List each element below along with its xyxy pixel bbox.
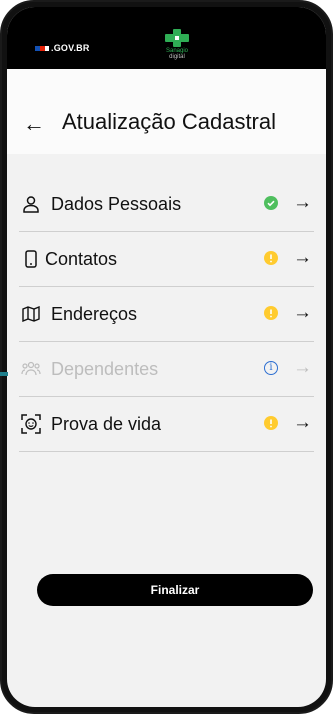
menu-item-label: Endereços	[51, 303, 138, 324]
page-header: ← Atualização Cadastral	[7, 69, 326, 154]
page-title: Atualização Cadastral	[62, 109, 277, 134]
arrow-left-icon: ←	[23, 111, 45, 136]
arrow-right-icon: →	[293, 302, 312, 323]
arrow-right-icon: →	[293, 247, 312, 268]
health-cross-icon	[165, 29, 189, 47]
pointer-marker	[0, 372, 8, 376]
status-bar: .GOV.BR Sanagio digital	[7, 7, 326, 69]
app-logo: Sanagio digital	[155, 29, 199, 65]
finish-button[interactable]: Finalizar	[37, 574, 313, 606]
arrow-right-icon: →	[293, 192, 312, 213]
arrow-right-icon: →	[293, 412, 312, 433]
menu-item-dependentes[interactable]: Dependentes i →	[19, 342, 314, 397]
logo-line2: digital	[169, 54, 185, 60]
menu-list: Dados Pessoais → Contatos → Endereços → …	[7, 177, 326, 452]
info-icon: i	[264, 361, 278, 375]
menu-item-label: Dependentes	[51, 358, 159, 379]
person-icon	[21, 194, 41, 214]
flag-icon	[35, 45, 49, 51]
back-button[interactable]: ←	[23, 113, 45, 135]
status-ok-icon	[264, 196, 278, 210]
menu-item-label: Prova de vida	[51, 413, 162, 434]
menu-item-contatos[interactable]: Contatos →	[19, 232, 314, 287]
map-icon	[21, 304, 41, 324]
status-warning-icon	[264, 251, 278, 265]
arrow-right-icon: →	[293, 357, 312, 378]
menu-item-dados-pessoais[interactable]: Dados Pessoais →	[19, 177, 314, 232]
group-icon	[21, 359, 41, 379]
face-scan-icon	[21, 414, 41, 434]
govbr-brand: .GOV.BR	[51, 43, 90, 53]
status-warning-icon	[264, 306, 278, 320]
menu-item-label: Contatos	[45, 248, 118, 269]
menu-item-label: Dados Pessoais	[51, 193, 182, 214]
status-warning-icon	[264, 416, 278, 430]
phone-icon	[21, 249, 41, 269]
phone-frame: .GOV.BR Sanagio digital ← Atualização Ca…	[0, 0, 333, 714]
menu-item-enderecos[interactable]: Endereços →	[19, 287, 314, 342]
app-screen: .GOV.BR Sanagio digital ← Atualização Ca…	[7, 7, 326, 707]
menu-item-prova-de-vida[interactable]: Prova de vida →	[19, 397, 314, 452]
govbr-logo: .GOV.BR	[35, 43, 90, 53]
